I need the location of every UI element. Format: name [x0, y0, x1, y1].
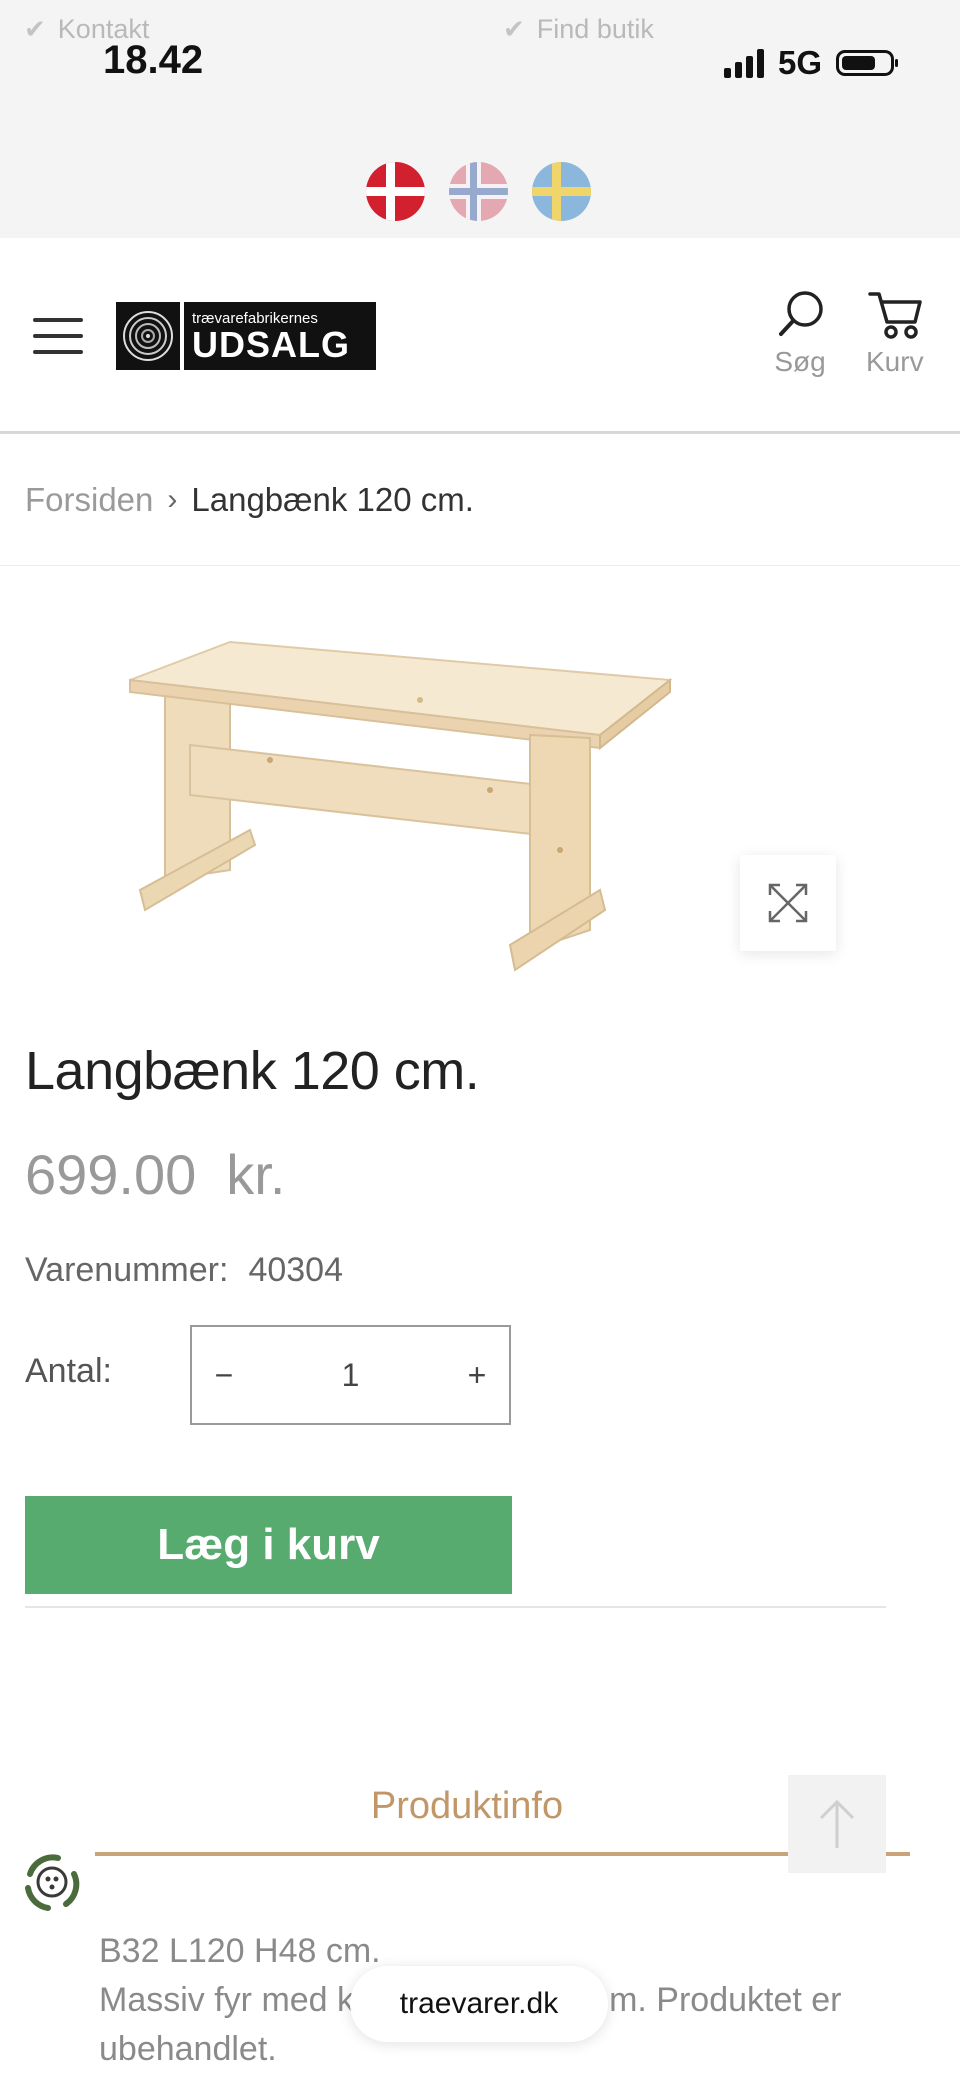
breadcrumb-separator: ›: [167, 483, 178, 516]
product-sku: Varenummer: 40304: [25, 1251, 343, 1290]
quantity-decrease-button[interactable]: −: [192, 1357, 256, 1394]
add-to-cart-button[interactable]: Læg i kurv: [25, 1496, 512, 1594]
cart-button[interactable]: Kurv: [866, 288, 924, 378]
status-time: 18.42: [103, 38, 204, 82]
breadcrumb-home-link[interactable]: Forsiden: [25, 481, 153, 519]
scroll-to-top-button[interactable]: [788, 1775, 886, 1873]
breadcrumb-current: Langbænk 120 cm.: [191, 481, 474, 518]
browser-url-bar[interactable]: traevarer.dk: [350, 1966, 608, 2042]
menu-icon[interactable]: [33, 318, 83, 354]
product-title: Langbænk 120 cm.: [25, 1041, 480, 1101]
expand-icon: [768, 883, 808, 923]
usp-find-store-label: Find butik: [536, 14, 654, 44]
quantity-stepper: − 1 +: [190, 1325, 511, 1425]
network-label: 5G: [777, 44, 822, 81]
logo-emblem-icon: [116, 302, 184, 370]
expand-image-button[interactable]: [740, 855, 836, 951]
status-indicators: 5G: [723, 44, 898, 82]
arrow-up-icon: [819, 1799, 855, 1848]
product-price: 699.00 kr.: [25, 1142, 285, 1207]
site-logo[interactable]: trævarefabrikernes UDSALG: [116, 302, 376, 370]
breadcrumb: Forsiden › Langbænk 120 cm.: [25, 481, 474, 519]
search-button[interactable]: Søg: [773, 288, 827, 378]
cart-label: Kurv: [866, 346, 924, 377]
cart-icon: [868, 292, 922, 339]
tab-product-info[interactable]: Produktinfo: [95, 1785, 839, 1828]
usp-find-store[interactable]: ✔ Find butik: [503, 14, 654, 45]
sku-label: Varenummer:: [25, 1251, 229, 1289]
check-icon: ✔: [503, 14, 525, 44]
site-header: trævarefabrikernes UDSALG Søg Kurv: [0, 238, 960, 434]
section-divider: [25, 1606, 886, 1608]
check-icon: ✔: [24, 14, 46, 44]
price-currency: kr.: [226, 1143, 286, 1206]
quantity-label: Antal:: [25, 1352, 112, 1390]
language-flags: [366, 162, 591, 221]
search-label: Søg: [774, 346, 826, 377]
price-value: 699.00: [25, 1143, 197, 1206]
product-image[interactable]: [70, 620, 690, 990]
quantity-increase-button[interactable]: +: [445, 1357, 509, 1394]
flag-sweden-icon[interactable]: [532, 162, 591, 221]
signal-icon: [723, 48, 764, 78]
recycle-badge-icon[interactable]: [18, 1848, 86, 1916]
flag-denmark-icon[interactable]: [366, 162, 425, 221]
search-icon: [779, 291, 823, 336]
sku-value: 40304: [248, 1251, 343, 1289]
flag-norway-icon[interactable]: [449, 162, 508, 221]
logo-big-text: UDSALG: [192, 323, 350, 365]
breadcrumb-divider: [0, 565, 960, 566]
quantity-input[interactable]: 1: [256, 1357, 445, 1394]
battery-icon: [836, 50, 898, 76]
